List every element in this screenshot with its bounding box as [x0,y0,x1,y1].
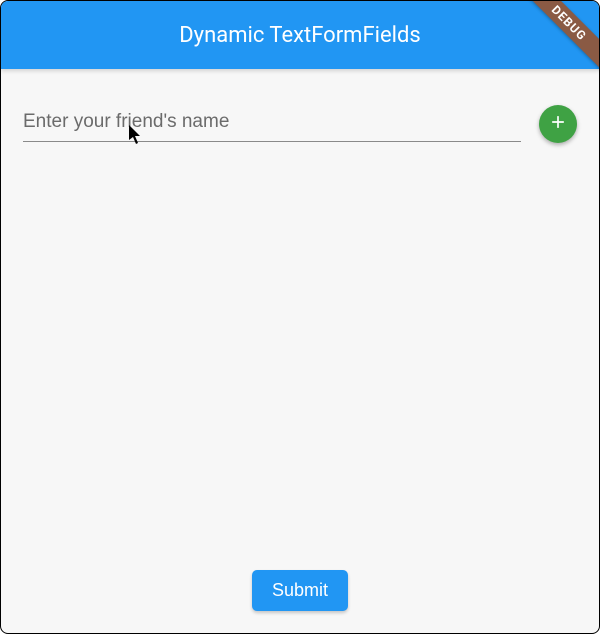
form-row [1,69,599,143]
friend-name-field-wrap [23,105,521,142]
app-title: Dynamic TextFormFields [179,23,421,48]
app-window: Dynamic TextFormFields DEBUG Submit [0,0,600,634]
plus-icon [548,112,568,136]
app-bar: Dynamic TextFormFields [1,1,599,69]
submit-row: Submit [1,570,599,611]
submit-button[interactable]: Submit [252,570,348,611]
add-field-button[interactable] [539,105,577,143]
friend-name-input[interactable] [23,105,521,142]
